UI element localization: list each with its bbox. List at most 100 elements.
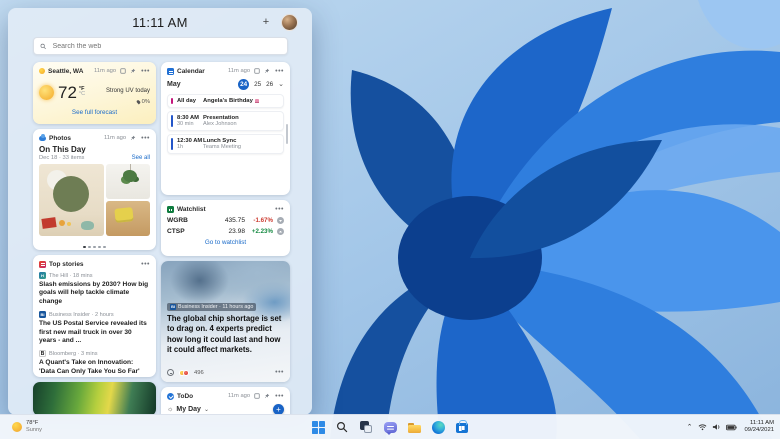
hide-widget-icon[interactable] — [253, 68, 260, 75]
photo-thumbnail[interactable] — [106, 201, 150, 236]
photo-card-partial[interactable] — [33, 382, 156, 415]
weather-temperature: 72 — [58, 84, 77, 101]
todo-app-icon — [167, 393, 174, 400]
more-options-icon[interactable]: ••• — [141, 261, 150, 268]
news-app-icon — [39, 261, 46, 268]
calendar-event[interactable]: All day Angela's Birthday — [167, 94, 284, 108]
todo-widget[interactable]: ToDo 11m ago ••• ☼ My Day ⌄ — [161, 387, 290, 415]
hide-widget-icon[interactable] — [253, 393, 260, 400]
search-button[interactable] — [335, 420, 350, 435]
wifi-icon[interactable] — [698, 418, 707, 436]
unit-toggle[interactable]: °F °C — [79, 87, 85, 98]
edge-browser-button[interactable] — [431, 420, 446, 435]
photos-widget[interactable]: Photos 11m ago ••• On This Day Dec 18 · … — [33, 129, 156, 250]
widgets-header: 11:11 AM + — [8, 8, 312, 36]
my-day-sun-icon: ☼ — [167, 406, 173, 413]
story-headline[interactable]: The US Postal Service revealed its first… — [39, 320, 150, 347]
widgets-column-left: Seattle, WA 11m ago ••• 72 — [33, 62, 156, 415]
stock-row[interactable]: WGRB 435.75 -1.67% — [167, 217, 284, 224]
news-headline[interactable]: The global chip shortage is set to drag … — [167, 314, 284, 355]
story-item[interactable]: BI Business Insider · 2 hours The US Pos… — [39, 311, 150, 346]
stock-trend-down-icon[interactable] — [277, 217, 284, 224]
story-source: Bloomberg · 3 mins — [49, 351, 98, 357]
file-explorer-button[interactable] — [407, 420, 422, 435]
go-to-watchlist-link[interactable]: Go to watchlist — [167, 239, 284, 246]
stock-trend-up-icon[interactable] — [277, 228, 284, 235]
photos-widget-header: Photos 11m ago ••• — [39, 134, 150, 142]
story-item[interactable]: H The Hill · 18 mins Slash emissions by … — [39, 272, 150, 307]
speaker-icon[interactable] — [712, 418, 721, 436]
weather-sun-icon — [39, 68, 45, 74]
more-options-icon[interactable]: ••• — [275, 68, 284, 75]
more-options-icon[interactable]: ••• — [275, 206, 284, 213]
widgets-board: Seattle, WA 11m ago ••• 72 — [8, 62, 312, 415]
more-options-icon[interactable]: ••• — [275, 393, 284, 400]
see-full-forecast-link[interactable]: See full forecast — [39, 109, 150, 116]
weather-widget[interactable]: Seattle, WA 11m ago ••• 72 — [33, 62, 156, 124]
search-input[interactable] — [51, 42, 281, 51]
top-stories-title: Top stories — [49, 261, 84, 268]
carousel-dot[interactable] — [88, 246, 91, 249]
carousel-dots[interactable] — [33, 246, 156, 249]
calendar-event[interactable]: 12:30 AM 1h Lunch Sync Teams Meeting — [167, 134, 284, 154]
unit-celsius[interactable]: °C — [79, 92, 85, 98]
chevron-down-icon[interactable]: ⌄ — [204, 406, 209, 413]
photos-age: 11m ago — [104, 135, 126, 141]
event-subtitle: Alex Johnson — [203, 121, 239, 127]
hide-widget-icon[interactable] — [119, 68, 126, 75]
photo-thumbnail[interactable] — [106, 164, 150, 199]
watchlist-title: Watchlist — [177, 206, 206, 213]
task-view-button[interactable] — [359, 420, 374, 435]
photos-heading: On This Day — [39, 145, 150, 154]
more-options-icon[interactable]: ••• — [141, 68, 150, 75]
chat-button[interactable] — [383, 420, 398, 435]
more-options-icon[interactable]: ••• — [141, 135, 150, 142]
scrollbar-thumb[interactable] — [286, 124, 288, 144]
calendar-widget[interactable]: Calendar 11m ago ••• May 24 — [161, 62, 290, 195]
calendar-event[interactable]: 8:30 AM 30 min Presentation Alex Johnson — [167, 111, 284, 131]
add-widget-button[interactable]: + — [258, 15, 274, 31]
watchlist-widget[interactable]: Watchlist ••• WGRB 435.75 -1.67% CTSP 23… — [161, 200, 290, 256]
calendar-day[interactable]: 26 — [266, 81, 273, 88]
pin-icon[interactable] — [263, 393, 270, 400]
stock-price: 435.75 — [225, 217, 245, 224]
pin-icon[interactable] — [129, 68, 136, 75]
taskbar: 78°F Sunny — [0, 414, 780, 439]
widgets-panel: 11:11 AM + Seattle, WA 11m — [8, 8, 312, 415]
taskbar-weather-button[interactable]: 78°F Sunny — [8, 415, 46, 439]
microsoft-store-button[interactable] — [455, 420, 470, 435]
web-search-bar[interactable] — [33, 37, 288, 55]
carousel-dot[interactable] — [103, 246, 106, 249]
carousel-dot[interactable] — [98, 246, 101, 249]
pin-icon[interactable] — [129, 135, 136, 142]
calendar-day[interactable]: 25 — [254, 81, 261, 88]
desktop: 11:11 AM + Seattle, WA 11m — [0, 0, 780, 439]
taskbar-clock[interactable]: 11:11 AM 09/24/2021 — [745, 420, 774, 434]
story-headline[interactable]: Slash emissions by 2030? How big goals w… — [39, 281, 150, 308]
carousel-dot[interactable] — [93, 246, 96, 249]
story-item[interactable]: B Bloomberg · 3 mins A Quant's Take on I… — [39, 350, 150, 376]
more-options-icon[interactable]: ••• — [275, 369, 284, 376]
stock-row[interactable]: CTSP 23.98 +2.23% — [167, 228, 284, 235]
news-source-badge: BI Business Insider · 11 hours ago — [167, 303, 256, 311]
search-icon — [40, 43, 47, 50]
tray-date: 09/24/2021 — [745, 427, 774, 434]
chevron-down-icon[interactable]: ⌄ — [278, 81, 284, 88]
battery-icon[interactable] — [726, 418, 737, 436]
start-button[interactable] — [311, 420, 326, 435]
carousel-dot[interactable] — [83, 246, 86, 249]
news-source-meta: Business Insider · 11 hours ago — [178, 304, 253, 310]
pin-icon[interactable] — [263, 68, 270, 75]
photo-thumbnail[interactable] — [39, 164, 104, 236]
event-title: Angela's Birthday — [203, 98, 253, 104]
user-avatar[interactable] — [281, 14, 298, 31]
top-stories-widget[interactable]: Top stories ••• H The Hill · 18 mins Sla… — [33, 255, 156, 377]
calendar-day-selected[interactable]: 24 — [238, 79, 249, 90]
news-article-widget[interactable]: BI Business Insider · 11 hours ago The g… — [161, 261, 290, 382]
stock-change: +2.23% — [245, 228, 273, 235]
tray-chevron-up-icon[interactable]: ⌃ — [687, 424, 693, 431]
reaction-emojis[interactable] — [179, 370, 189, 376]
see-all-link[interactable]: See all — [132, 155, 150, 161]
comment-icon[interactable] — [167, 369, 174, 376]
story-headline[interactable]: A Quant's Take on Innovation: 'Data Can … — [39, 359, 150, 377]
